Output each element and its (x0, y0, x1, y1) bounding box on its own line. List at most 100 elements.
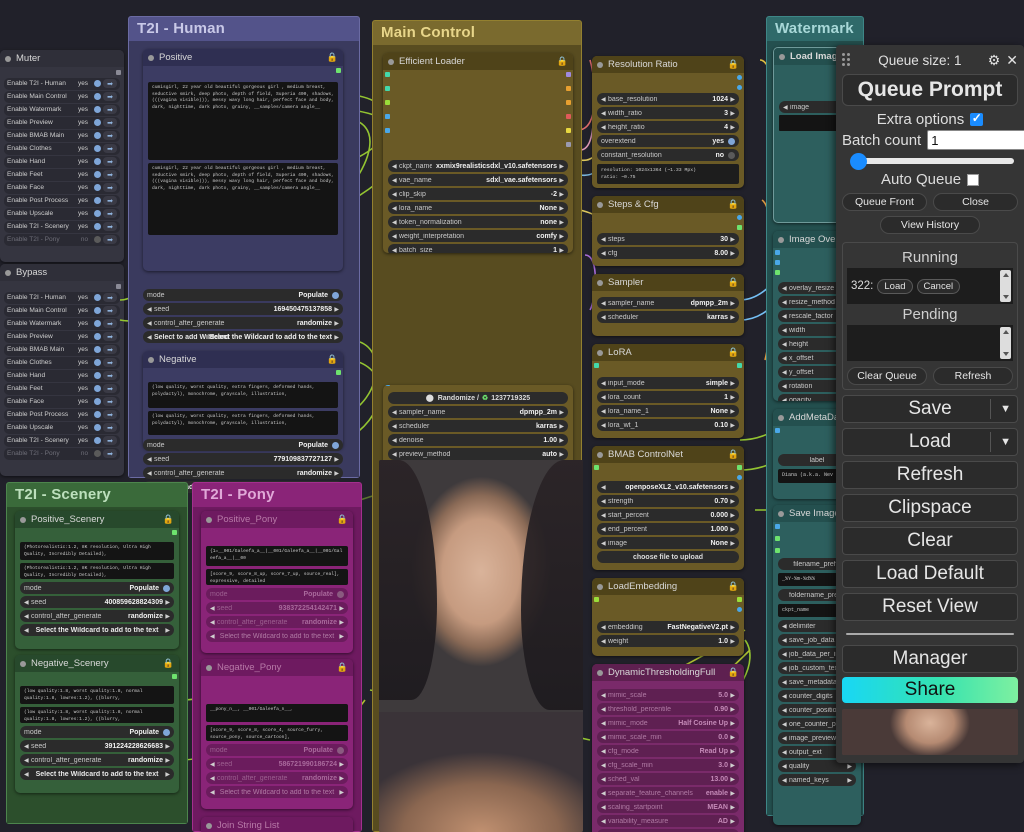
input-socket[interactable] (594, 597, 599, 602)
decrement-arrow-icon[interactable]: ◀ (601, 762, 608, 769)
batch-count-input[interactable] (927, 130, 1024, 150)
efficient-loader-widget[interactable]: ◀ lora_name None ▶ (388, 202, 568, 214)
widget-mode-positive-scenery[interactable]: mode Populate (20, 582, 174, 594)
bypass-row[interactable]: Enable Post Process yes ➡ (4, 409, 120, 421)
increment-arrow-icon[interactable]: ▶ (728, 408, 735, 415)
increment-arrow-icon[interactable]: ▶ (728, 734, 735, 741)
widget-seed-negative-human[interactable]: ◀ seed 779109837727127 ▶ (143, 453, 343, 465)
efficient-loader-widget[interactable]: ◀ batch_size 1 ▶ (388, 244, 568, 253)
lock-icon[interactable]: 🔒 (728, 59, 739, 70)
widget-mode-positive-human[interactable]: mode Populate (143, 289, 343, 301)
toggle-icon[interactable] (94, 80, 101, 88)
increment-arrow-icon[interactable]: ▶ (728, 526, 735, 533)
running-cancel-button[interactable]: Cancel (916, 278, 961, 294)
decrement-arrow-icon[interactable]: ◀ (147, 470, 154, 477)
node-header-load-embedding[interactable]: LoadEmbedding 🔒 (592, 578, 744, 595)
increment-arrow-icon[interactable]: ▶ (728, 236, 735, 243)
group-t2i-pony[interactable]: T2I - Pony Positive_Pony 🔒 {1=__001/Gale… (192, 482, 362, 832)
widget-wildcard-negative-scenery[interactable]: ◀ Select the Wildcard to add to the text… (20, 768, 174, 780)
output-socket[interactable] (172, 674, 177, 679)
chevron-down-icon[interactable]: ▼ (1000, 403, 1011, 415)
collapse-dot-icon[interactable] (778, 236, 784, 243)
collapse-dot-icon[interactable] (778, 414, 784, 421)
apply-arrow-icon[interactable]: ➡ (103, 131, 117, 141)
node-header-positive-scenery[interactable]: Positive_Scenery 🔒 (15, 511, 179, 528)
decrement-arrow-icon[interactable]: ◀ (782, 707, 789, 714)
node-negative-scenery[interactable]: Negative_Scenery 🔒 (low quality:1.8, wor… (15, 655, 179, 793)
input-socket[interactable] (775, 270, 780, 275)
output-socket[interactable] (737, 597, 742, 602)
decrement-arrow-icon[interactable]: ◀ (782, 763, 789, 770)
decrement-arrow-icon[interactable]: ◀ (24, 771, 31, 778)
bmab-controlnet-widget[interactable]: ◀ end_percent 1.000 ▶ (597, 523, 739, 535)
decrement-arrow-icon[interactable]: ◀ (782, 693, 789, 700)
decrement-arrow-icon[interactable]: ◀ (782, 637, 789, 644)
apply-arrow-icon[interactable]: ➡ (103, 436, 117, 446)
apply-arrow-icon[interactable]: ➡ (103, 332, 117, 342)
decrement-arrow-icon[interactable]: ◀ (601, 720, 608, 727)
increment-arrow-icon[interactable]: ▶ (728, 394, 735, 401)
toggle-icon[interactable] (728, 137, 735, 145)
collapse-dot-icon[interactable] (148, 54, 154, 61)
muter-row[interactable]: Enable Preview yes ➡ (4, 117, 120, 129)
save-button[interactable]: Save ▼ (842, 395, 1018, 423)
increment-arrow-icon[interactable]: ▶ (728, 314, 735, 321)
bypass-row[interactable]: Enable T2I - Scenery yes ➡ (4, 435, 120, 447)
decrement-arrow-icon[interactable]: ◀ (782, 327, 789, 334)
lock-icon[interactable]: 🔒 (728, 277, 739, 288)
negative-scenery-text-2[interactable]: (low quality:1.8, worst quality:1.8, nor… (20, 707, 174, 723)
input-socket[interactable] (775, 428, 780, 433)
increment-arrow-icon[interactable]: ▶ (728, 818, 735, 825)
increment-arrow-icon[interactable]: ▶ (728, 540, 735, 547)
batch-count-slider[interactable] (846, 152, 1014, 170)
node-positive-scenery[interactable]: Positive_Scenery 🔒 (Photorealistic:1.2, … (15, 511, 179, 649)
decrement-arrow-icon[interactable]: ◀ (782, 721, 789, 728)
resolution-ratio-widget[interactable]: ◀ height_ratio 4 ▶ (597, 121, 739, 133)
increment-arrow-icon[interactable]: ▶ (728, 762, 735, 769)
load-button[interactable]: Load ▼ (842, 428, 1018, 456)
output-socket[interactable] (737, 85, 742, 90)
generated-image-preview[interactable] (379, 460, 583, 832)
output-socket[interactable] (737, 75, 742, 80)
output-socket[interactable] (116, 284, 121, 289)
negative-human-text-1[interactable]: (low quality, worst quality, extra finge… (148, 382, 338, 408)
output-socket[interactable] (566, 114, 571, 119)
apply-arrow-icon[interactable]: ➡ (103, 105, 117, 115)
input-socket[interactable] (385, 114, 390, 119)
decrement-arrow-icon[interactable]: ◀ (601, 638, 608, 645)
toggle-icon[interactable] (94, 184, 101, 192)
node-header-efficient-loader[interactable]: Efficient Loader 🔒 (383, 53, 573, 70)
increment-arrow-icon[interactable]: ▶ (557, 437, 564, 444)
apply-arrow-icon[interactable]: ➡ (103, 319, 117, 329)
node-negative-pony[interactable]: Negative_Pony 🔒 __pony_n__, __001/Galeef… (201, 659, 353, 809)
decrement-arrow-icon[interactable]: ◀ (601, 818, 608, 825)
decrement-arrow-icon[interactable]: ◀ (601, 540, 608, 547)
clear-button[interactable]: Clear (842, 527, 1018, 555)
save-image-widget[interactable]: ◀ named_keys ▶ (778, 774, 856, 786)
bypass-row[interactable]: Enable BMAB Main yes ➡ (4, 344, 120, 356)
apply-arrow-icon[interactable]: ➡ (103, 183, 117, 193)
lock-icon[interactable]: 🔒 (557, 56, 568, 67)
toggle-icon[interactable] (94, 450, 101, 458)
lock-icon[interactable]: 🔒 (337, 514, 348, 525)
efficient-loader-widget[interactable]: ◀ weight_interpretation comfy ▶ (388, 230, 568, 242)
output-socket[interactable] (737, 363, 742, 368)
node-header-negative-human[interactable]: Negative 🔒 (143, 351, 343, 368)
lock-icon[interactable]: 🔒 (728, 347, 739, 358)
node-resolution-ratio[interactable]: Resolution Ratio 🔒 ◀ base_resolution 1024 ▶… (592, 56, 744, 188)
chevron-down-icon[interactable]: ▼ (1000, 436, 1011, 448)
load-embedding-widget[interactable]: ◀ embedding FastNegativeV2.pt ▶ (597, 621, 739, 633)
decrement-arrow-icon[interactable]: ◀ (392, 191, 399, 198)
toggle-icon[interactable] (94, 171, 101, 179)
decrement-arrow-icon[interactable]: ◀ (782, 749, 789, 756)
widget-control-after-generate-negative-human[interactable]: ◀ control_after_generate randomize ▶ (143, 467, 343, 479)
decrement-arrow-icon[interactable]: ◀ (782, 397, 789, 402)
apply-arrow-icon[interactable]: ➡ (103, 371, 117, 381)
input-socket[interactable] (385, 385, 390, 386)
output-socket[interactable] (566, 100, 571, 105)
widget-seed-negative-scenery[interactable]: ◀ seed 391224228626683 ▶ (20, 740, 174, 752)
toggle-icon[interactable] (94, 437, 101, 445)
muter-row[interactable]: Enable Hand yes ➡ (4, 156, 120, 168)
apply-arrow-icon[interactable]: ➡ (103, 423, 117, 433)
input-socket[interactable] (594, 363, 599, 368)
